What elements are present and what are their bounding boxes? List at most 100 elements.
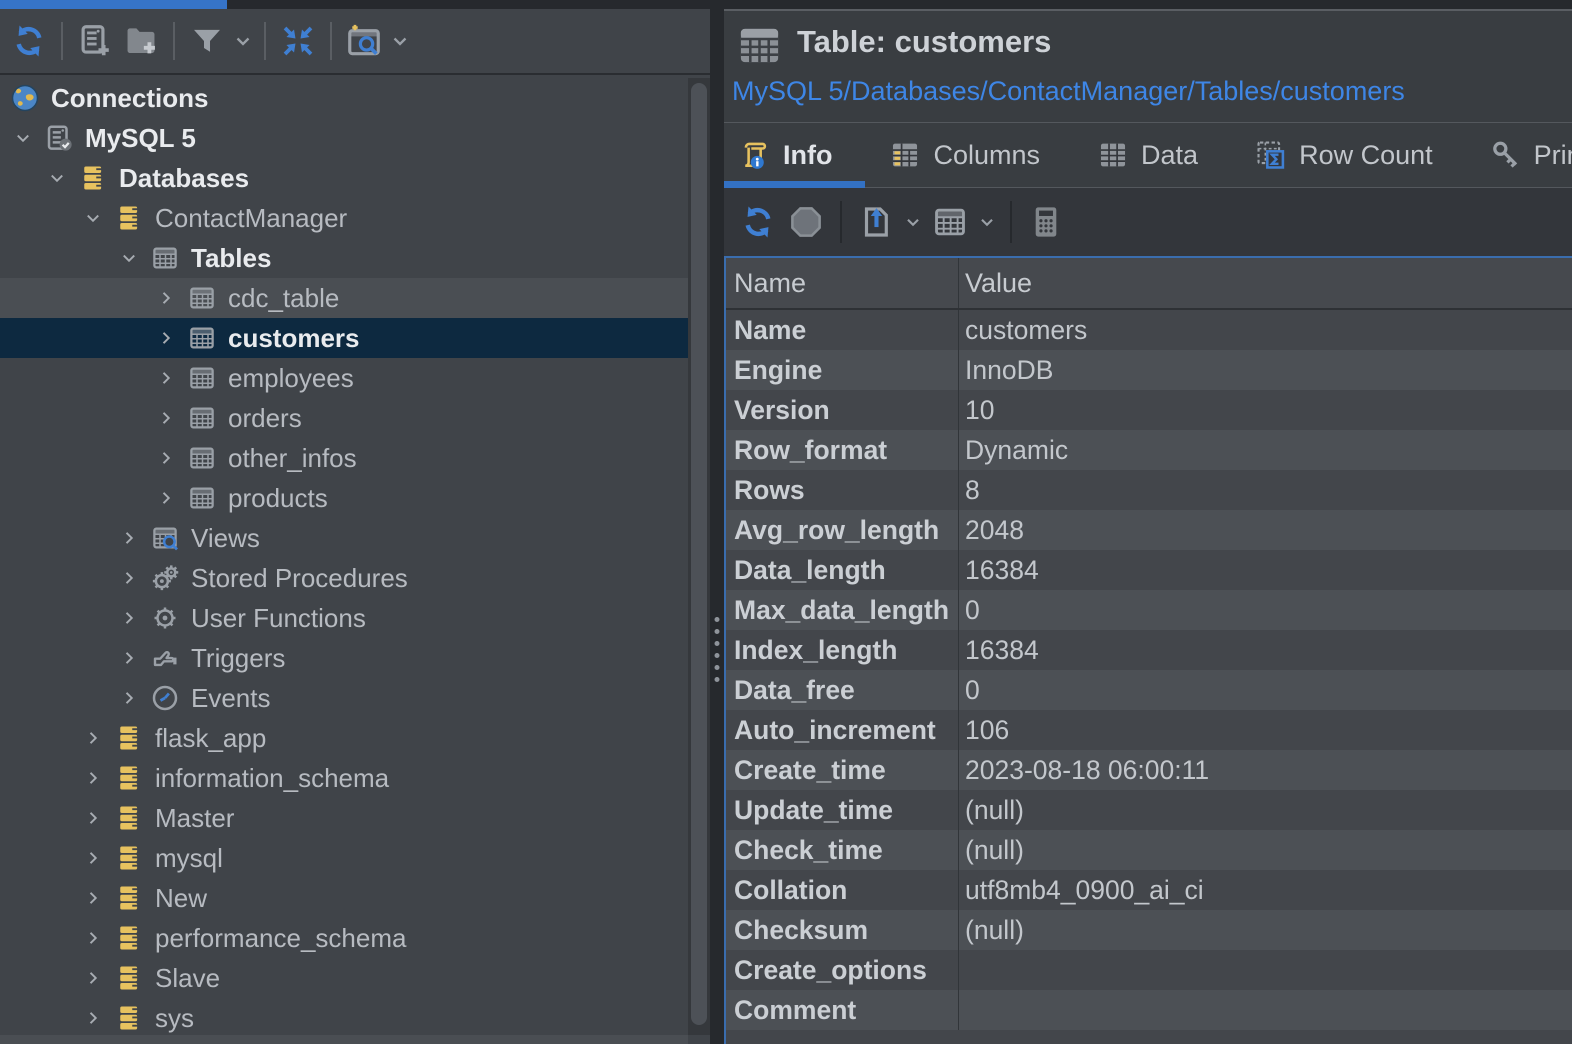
export-button[interactable] bbox=[857, 203, 895, 241]
property-row-create-options[interactable]: Create_options bbox=[726, 950, 1572, 990]
chevron-right-icon[interactable] bbox=[118, 647, 140, 669]
tab-label: Row Count bbox=[1299, 140, 1433, 171]
tree-vertical-scrollbar[interactable] bbox=[688, 78, 710, 1035]
property-row-auto-increment[interactable]: Auto_increment106 bbox=[726, 710, 1572, 750]
chevron-down-icon[interactable] bbox=[902, 211, 924, 233]
property-row-comment[interactable]: Comment bbox=[726, 990, 1572, 1030]
property-row-version[interactable]: Version10 bbox=[726, 390, 1572, 430]
splitter-grip-icon[interactable] bbox=[715, 617, 720, 682]
grid-button[interactable] bbox=[931, 203, 969, 241]
tree-item-views[interactable]: Views bbox=[0, 518, 688, 558]
chevron-down-icon[interactable] bbox=[46, 167, 68, 189]
new-connection-button[interactable] bbox=[76, 22, 114, 60]
tree-item-products[interactable]: products bbox=[0, 478, 688, 518]
tree-item-contactmanager[interactable]: ContactManager bbox=[0, 198, 688, 238]
property-value: (null) bbox=[959, 910, 1572, 950]
chevron-right-icon[interactable] bbox=[82, 807, 104, 829]
chevron-right-icon[interactable] bbox=[82, 887, 104, 909]
breadcrumb[interactable]: MySQL 5/Databases/ContactManager/Tables/… bbox=[732, 76, 1405, 107]
tree-item-information-schema[interactable]: information_schema bbox=[0, 758, 688, 798]
column-header-name[interactable]: Name bbox=[726, 258, 959, 308]
chevron-right-icon[interactable] bbox=[155, 487, 177, 509]
chevron-right-icon[interactable] bbox=[118, 607, 140, 629]
chevron-right-icon[interactable] bbox=[118, 567, 140, 589]
property-row-index-length[interactable]: Index_length16384 bbox=[726, 630, 1572, 670]
chevron-right-icon[interactable] bbox=[155, 327, 177, 349]
chevron-down-icon[interactable] bbox=[388, 29, 412, 53]
tree-item-performance-schema[interactable]: performance_schema bbox=[0, 918, 688, 958]
tree-vertical-scrollbar-thumb[interactable] bbox=[691, 83, 707, 1025]
filter-button[interactable] bbox=[188, 22, 226, 60]
chevron-down-icon[interactable] bbox=[976, 211, 998, 233]
property-row-max-data-length[interactable]: Max_data_length0 bbox=[726, 590, 1572, 630]
property-row-update-time[interactable]: Update_time(null) bbox=[726, 790, 1572, 830]
stop-button[interactable] bbox=[787, 203, 825, 241]
chevron-right-icon[interactable] bbox=[82, 927, 104, 949]
chevron-right-icon[interactable] bbox=[82, 1007, 104, 1029]
property-row-name[interactable]: Namecustomers bbox=[726, 310, 1572, 350]
chevron-right-icon[interactable] bbox=[82, 967, 104, 989]
property-row-check-time[interactable]: Check_time(null) bbox=[726, 830, 1572, 870]
tree-item-triggers[interactable]: Triggers bbox=[0, 638, 688, 678]
find-window-button[interactable] bbox=[345, 22, 383, 60]
chevron-down-icon[interactable] bbox=[231, 29, 255, 53]
refresh-icon bbox=[10, 22, 48, 60]
tree-item-master[interactable]: Master bbox=[0, 798, 688, 838]
tree-item-slave[interactable]: Slave bbox=[0, 958, 688, 998]
refresh-button[interactable] bbox=[739, 203, 777, 241]
property-row-rows[interactable]: Rows8 bbox=[726, 470, 1572, 510]
chevron-down-icon[interactable] bbox=[118, 247, 140, 269]
tab-primar[interactable]: Primar bbox=[1489, 138, 1572, 172]
property-row-checksum[interactable]: Checksum(null) bbox=[726, 910, 1572, 950]
property-row-collation[interactable]: Collationutf8mb4_0900_ai_ci bbox=[726, 870, 1572, 910]
tree-item-user-functions[interactable]: User Functions bbox=[0, 598, 688, 638]
chevron-right-icon[interactable] bbox=[155, 367, 177, 389]
refresh-button[interactable] bbox=[10, 22, 48, 60]
tab-columns[interactable]: Columns bbox=[888, 138, 1040, 172]
chevron-right-icon[interactable] bbox=[82, 847, 104, 869]
chevron-right-icon[interactable] bbox=[155, 447, 177, 469]
chevron-right-icon[interactable] bbox=[82, 767, 104, 789]
tree-item-customers[interactable]: customers bbox=[0, 318, 688, 358]
tree-item-cdc-table[interactable]: cdc_table bbox=[0, 278, 688, 318]
chevron-right-icon[interactable] bbox=[118, 687, 140, 709]
tree-item-databases[interactable]: Databases bbox=[0, 158, 688, 198]
chevron-down-icon[interactable] bbox=[82, 207, 104, 229]
column-header-value[interactable]: Value bbox=[959, 258, 1572, 308]
panel-splitter[interactable] bbox=[710, 9, 724, 1044]
tab-info[interactable]: Info bbox=[738, 138, 832, 172]
tree-item-mysql-5[interactable]: MySQL 5 bbox=[0, 118, 688, 158]
tree-item-sys[interactable]: sys bbox=[0, 998, 688, 1038]
chevron-right-icon[interactable] bbox=[118, 527, 140, 549]
tree-item-mysql[interactable]: mysql bbox=[0, 838, 688, 878]
tree-horizontal-scrollbar[interactable] bbox=[0, 1035, 688, 1044]
chevron-right-icon[interactable] bbox=[82, 727, 104, 749]
tree-item-other-infos[interactable]: other_infos bbox=[0, 438, 688, 478]
tree-item-label: Triggers bbox=[191, 643, 285, 674]
property-row-avg-row-length[interactable]: Avg_row_length2048 bbox=[726, 510, 1572, 550]
tree-item-events[interactable]: Events bbox=[0, 678, 688, 718]
tree-item-stored-procedures[interactable]: Stored Procedures bbox=[0, 558, 688, 598]
chevron-down-icon[interactable] bbox=[12, 127, 34, 149]
property-row-data-free[interactable]: Data_free0 bbox=[726, 670, 1572, 710]
chevron-right-icon[interactable] bbox=[155, 287, 177, 309]
property-row-row-format[interactable]: Row_formatDynamic bbox=[726, 430, 1572, 470]
property-row-create-time[interactable]: Create_time2023-08-18 06:00:11 bbox=[726, 750, 1572, 790]
table-icon bbox=[187, 403, 217, 433]
tree-item-employees[interactable]: employees bbox=[0, 358, 688, 398]
new-folder-button[interactable] bbox=[122, 22, 160, 60]
tab-row-count[interactable]: Row Count bbox=[1254, 138, 1433, 172]
tab-data[interactable]: Data bbox=[1096, 138, 1198, 172]
property-row-data-length[interactable]: Data_length16384 bbox=[726, 550, 1572, 590]
tree-item-new[interactable]: New bbox=[0, 878, 688, 918]
property-value: 10 bbox=[959, 390, 1572, 430]
tree-item-tables[interactable]: Tables bbox=[0, 238, 688, 278]
property-name: Checksum bbox=[726, 910, 959, 950]
tree-item-flask-app[interactable]: flask_app bbox=[0, 718, 688, 758]
property-row-engine[interactable]: EngineInnoDB bbox=[726, 350, 1572, 390]
tree-item-orders[interactable]: orders bbox=[0, 398, 688, 438]
collapse-all-button[interactable] bbox=[279, 22, 317, 60]
tree-item-connections[interactable]: Connections bbox=[0, 78, 688, 118]
chevron-right-icon[interactable] bbox=[155, 407, 177, 429]
calculator-button[interactable] bbox=[1027, 203, 1065, 241]
